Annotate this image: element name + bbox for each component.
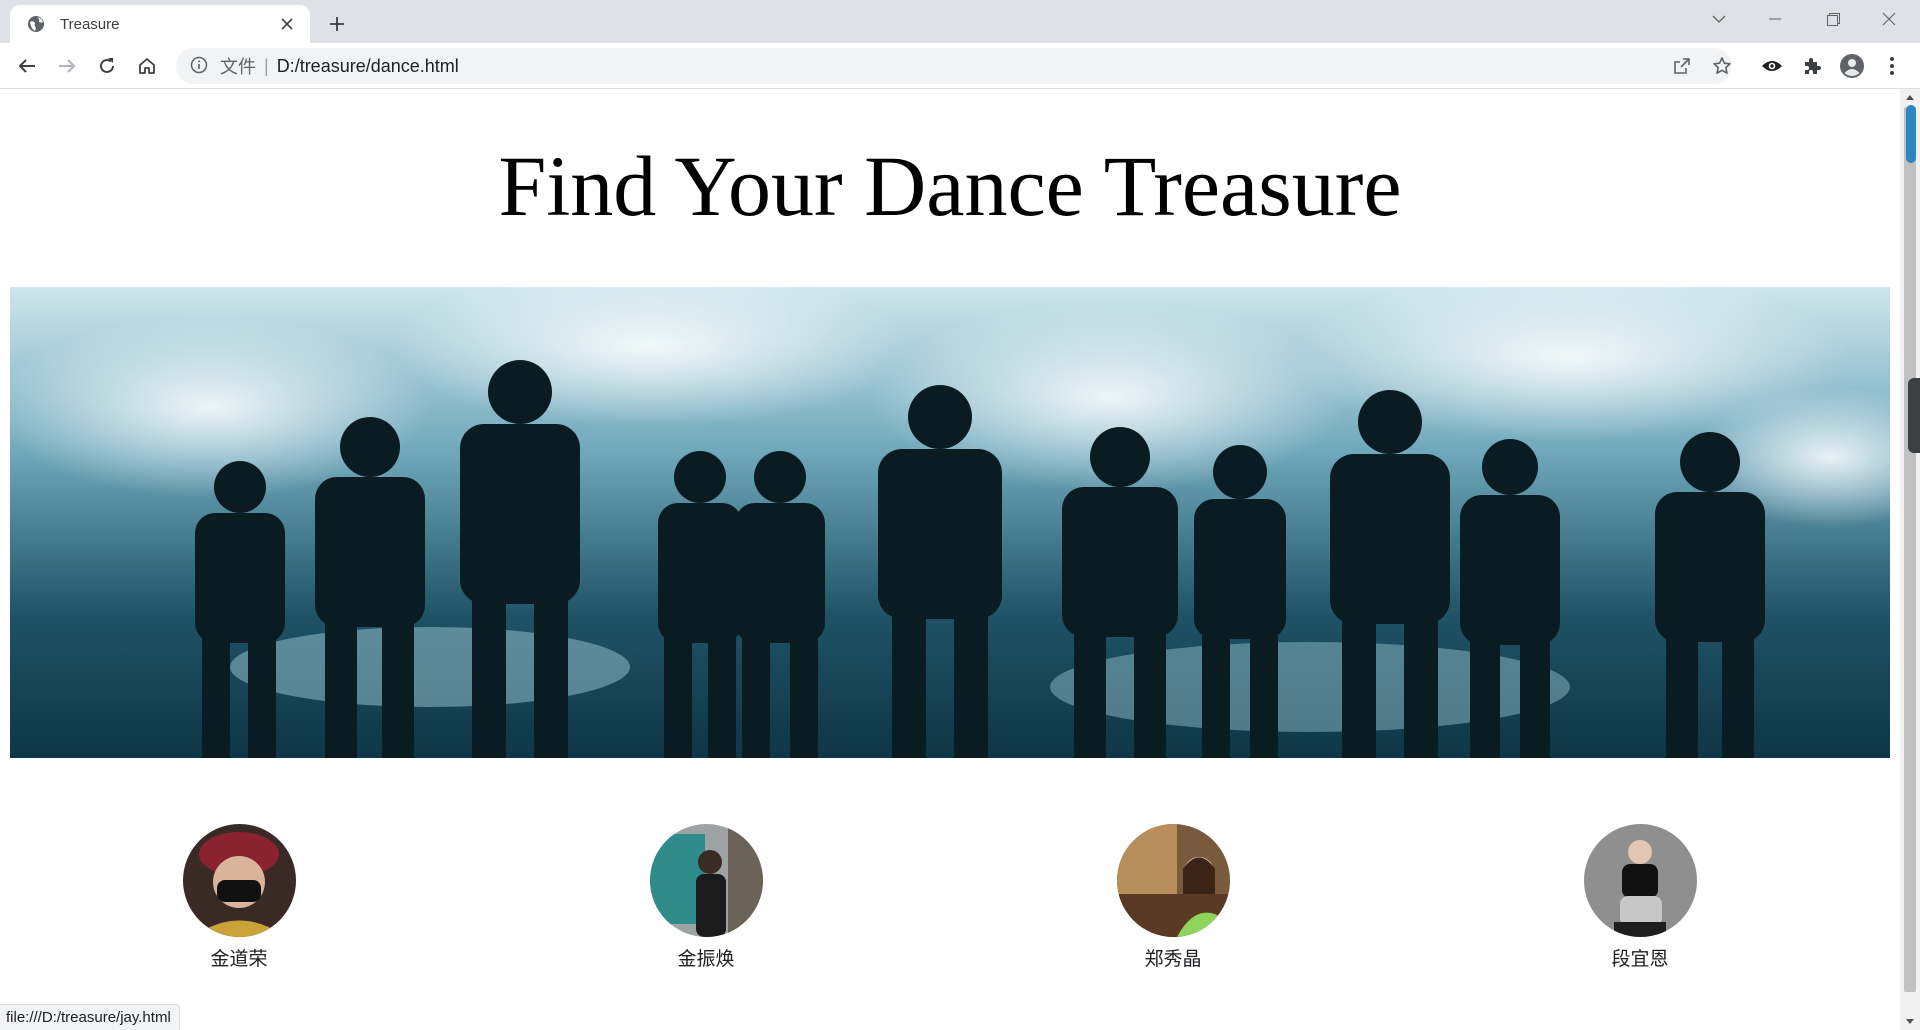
share-icon[interactable]	[1671, 55, 1693, 77]
member-name[interactable]: 金道荣	[159, 944, 319, 971]
browser-tab[interactable]: Treasure	[10, 5, 310, 43]
restore-button[interactable]	[1810, 4, 1856, 34]
close-icon	[1882, 12, 1896, 26]
url-text[interactable]: D:/treasure/dance.html	[277, 56, 459, 77]
tab-title: Treasure	[60, 15, 120, 33]
window-close-button[interactable]	[1866, 4, 1912, 34]
bookmark-star-icon[interactable]	[1711, 55, 1733, 77]
home-icon	[138, 57, 156, 75]
member-card[interactable]: 郑秀晶	[1093, 824, 1253, 971]
member-card[interactable]: 金振焕	[626, 824, 786, 971]
scrollbar-thumb[interactable]	[1904, 107, 1916, 992]
forward-icon	[58, 58, 76, 74]
member-name[interactable]: 金振焕	[626, 944, 786, 971]
member-name[interactable]: 段宜恩	[1560, 944, 1720, 971]
forward-button[interactable]	[51, 50, 83, 82]
member-card[interactable]: 段宜恩	[1560, 824, 1720, 971]
scroll-up-arrow[interactable]	[1900, 89, 1920, 106]
new-tab-button[interactable]	[322, 9, 352, 39]
extensions-button[interactable]	[1796, 50, 1828, 82]
profile-button[interactable]	[1836, 50, 1868, 82]
globe-icon	[26, 14, 46, 34]
browser-menu-button[interactable]	[1876, 50, 1908, 82]
member-card[interactable]: 金道荣	[159, 824, 319, 971]
status-bar-link-preview: file:///D:/treasure/jay.html	[0, 1004, 180, 1030]
scheme-separator: |	[264, 55, 269, 76]
tab-strip: Treasure	[0, 0, 1920, 43]
browser-toolbar: 文件 | D:/treasure/dance.html	[0, 43, 1920, 89]
member-avatar[interactable]	[649, 824, 763, 937]
close-icon[interactable]	[276, 13, 298, 35]
reload-button[interactable]	[91, 50, 123, 82]
reload-icon	[98, 57, 116, 75]
address-bar[interactable]: 文件 | D:/treasure/dance.html	[176, 48, 1732, 84]
info-icon[interactable]	[190, 56, 210, 76]
page-title: Find Your Dance Treasure	[498, 138, 1402, 234]
profile-icon	[1840, 54, 1864, 78]
scroll-position-marker[interactable]	[1906, 105, 1916, 163]
scroll-down-arrow[interactable]	[1900, 1013, 1920, 1030]
back-icon	[18, 58, 36, 74]
scheme-label: 文件	[220, 57, 256, 77]
page-viewport: Find Your Dance Treasure 金道荣 金振焕 郑秀晶 段宜恩	[0, 89, 1900, 1030]
back-button[interactable]	[11, 50, 43, 82]
plus-icon	[329, 16, 345, 32]
member-list: 金道荣 金振焕 郑秀晶 段宜恩	[0, 824, 1900, 984]
eye-icon	[1761, 59, 1783, 73]
tab-search-button[interactable]	[1696, 4, 1742, 34]
home-button[interactable]	[131, 50, 163, 82]
minimize-button[interactable]	[1752, 4, 1798, 34]
menu-icon	[1890, 57, 1894, 75]
member-avatar[interactable]	[1583, 824, 1697, 937]
side-panel-handle[interactable]	[1908, 378, 1920, 453]
caret-down-icon	[1906, 1019, 1914, 1024]
extensions-icon	[1802, 56, 1822, 76]
banner-image	[10, 287, 1890, 758]
restore-icon	[1826, 12, 1840, 26]
member-avatar[interactable]	[182, 824, 296, 937]
member-avatar[interactable]	[1116, 824, 1230, 937]
vertical-scrollbar[interactable]	[1900, 89, 1920, 1030]
member-name[interactable]: 郑秀晶	[1093, 944, 1253, 971]
minimize-icon	[1769, 18, 1781, 20]
chevron-down-icon	[1712, 15, 1726, 23]
extension-eye-button[interactable]	[1756, 50, 1788, 82]
caret-up-icon	[1906, 95, 1914, 100]
